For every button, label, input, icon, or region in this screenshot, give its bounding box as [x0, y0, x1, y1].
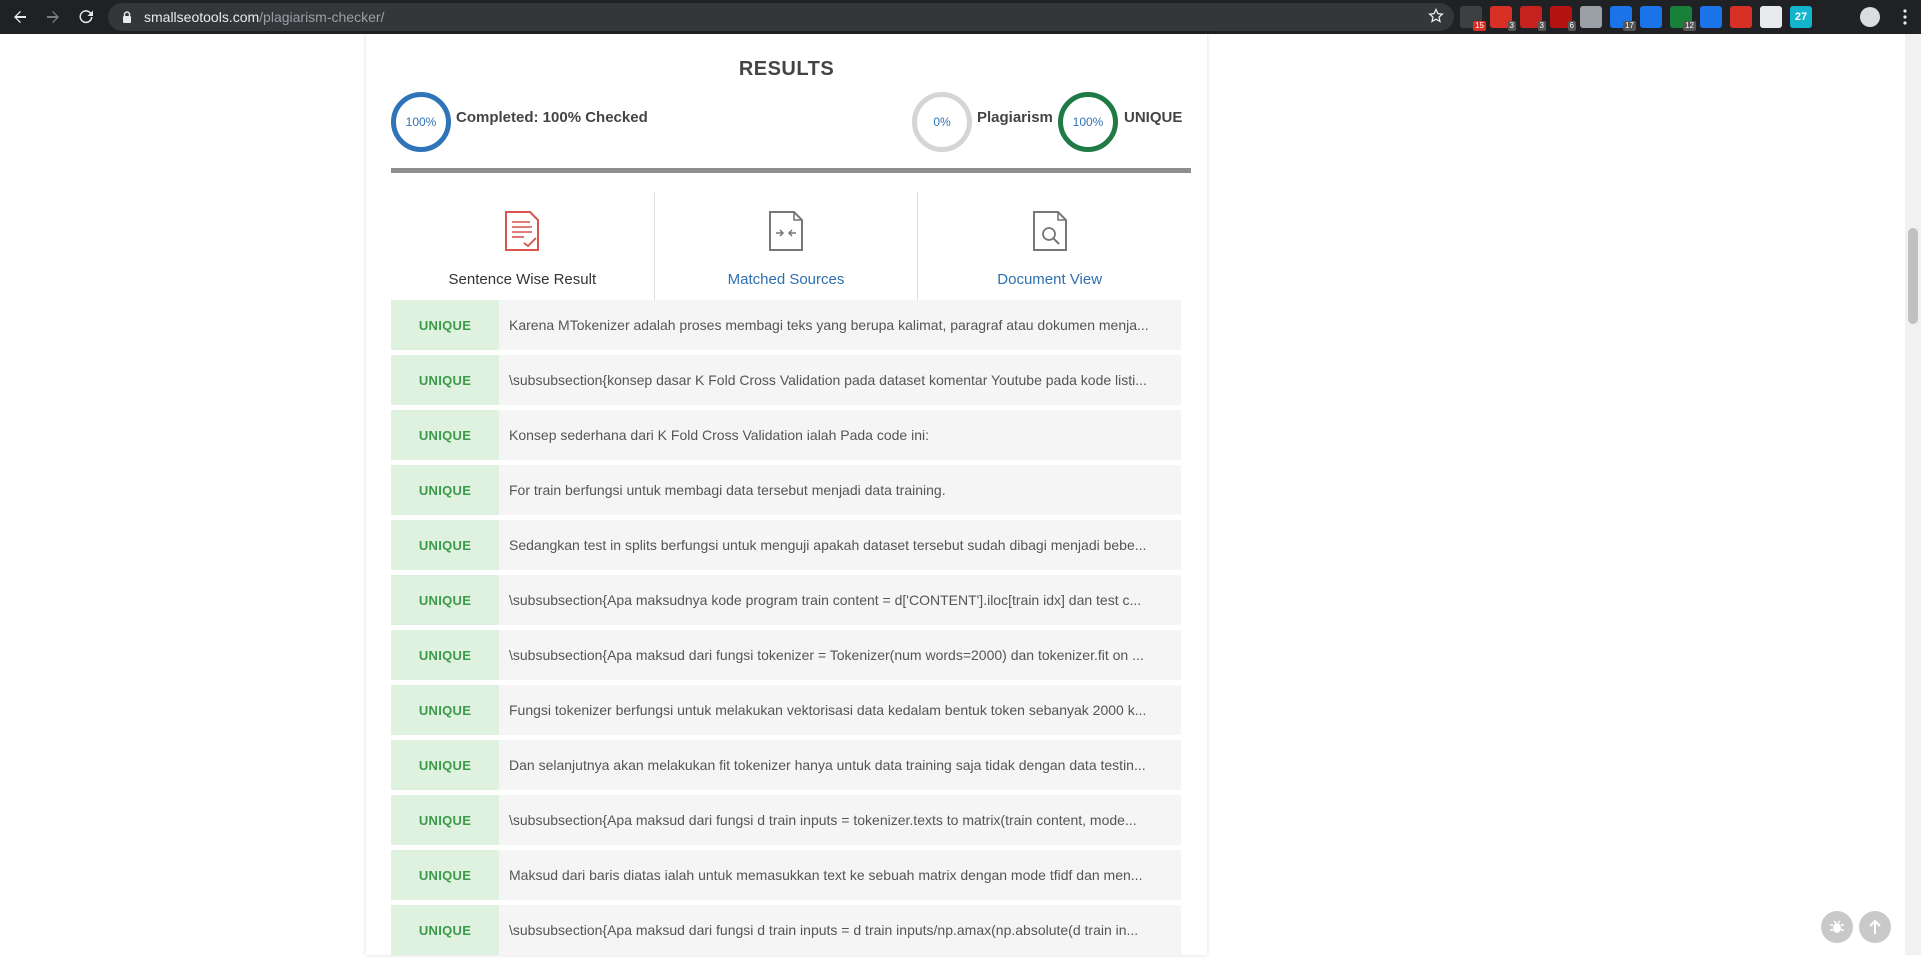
- ext-12-icon[interactable]: 27: [1790, 6, 1812, 28]
- sentence-text: Konsep sederhana dari K Fold Cross Valid…: [499, 410, 1181, 460]
- sentence-text-content: Karena MTokenizer adalah proses membagi …: [509, 317, 1149, 333]
- ext-12-label: 27: [1794, 11, 1808, 23]
- sentence-text: \subsubsection{konsep dasar K Fold Cross…: [499, 355, 1181, 405]
- unique-status-badge: UNIQUE: [391, 740, 499, 790]
- sentence-results-list: UNIQUE Karena MTokenizer adalah proses me…: [391, 300, 1181, 960]
- unique-status-badge: UNIQUE: [391, 355, 499, 405]
- sentence-text-content: Dan selanjutnya akan melakukan fit token…: [509, 757, 1146, 773]
- table-row[interactable]: UNIQUE For train berfungsi untuk membagi …: [391, 465, 1181, 515]
- sentence-text: \subsubsection{Apa maksud dari fungsi to…: [499, 630, 1181, 680]
- table-row[interactable]: UNIQUE Fungsi tokenizer berfungsi untuk m…: [391, 685, 1181, 735]
- reload-icon[interactable]: [73, 4, 99, 30]
- sentence-text: Fungsi tokenizer berfungsi untuk melakuk…: [499, 685, 1181, 735]
- extension-badge: 12: [1683, 21, 1696, 31]
- table-row[interactable]: UNIQUE Karena MTokenizer adalah proses me…: [391, 300, 1181, 350]
- ext-2-icon[interactable]: 3: [1490, 6, 1516, 31]
- lock-icon: [122, 11, 132, 23]
- extension-badge: 17: [1623, 21, 1636, 31]
- sentence-text: Dan selanjutnya akan melakukan fit token…: [499, 740, 1181, 790]
- unique-status-badge: UNIQUE: [391, 685, 499, 735]
- ext-9-icon[interactable]: [1700, 6, 1722, 28]
- forward-arrow-icon[interactable]: [40, 4, 66, 30]
- ext-7-icon[interactable]: [1640, 6, 1662, 28]
- ext-3-icon[interactable]: 3: [1520, 6, 1546, 31]
- unique-status-badge: UNIQUE: [391, 520, 499, 570]
- scroll-top-icon[interactable]: [1859, 911, 1891, 943]
- scrollbar-thumb[interactable]: [1908, 228, 1918, 324]
- unique-ring: 100%: [1058, 92, 1118, 152]
- completed-label: Completed: 100% Checked: [456, 109, 648, 126]
- table-row[interactable]: UNIQUE Dan selanjutnya akan melakukan fit…: [391, 740, 1181, 790]
- sentence-text: Maksud dari baris diatas ialah untuk mem…: [499, 850, 1181, 900]
- ext-8-icon[interactable]: 12: [1670, 6, 1696, 31]
- bug-report-icon[interactable]: [1821, 911, 1853, 943]
- plagiarism-ring: 0%: [912, 92, 972, 152]
- sentence-text: Karena MTokenizer adalah proses membagi …: [499, 300, 1181, 350]
- unique-status-badge: UNIQUE: [391, 410, 499, 460]
- unique-status-badge: UNIQUE: [391, 465, 499, 515]
- sentence-text: \subsubsection{Apa maksudnya kode progra…: [499, 575, 1181, 625]
- extension-badge: 15: [1473, 21, 1486, 31]
- url-path: /plagiarism-checker/: [259, 9, 385, 25]
- url-domain: smallseotools.com: [144, 9, 260, 25]
- sentence-text-content: \subsubsection{Apa maksud dari fungsi to…: [509, 647, 1144, 663]
- results-panel: RESULTS 100% Completed: 100% Checked 0% …: [366, 34, 1207, 955]
- table-row[interactable]: UNIQUE \subsubsection{Apa maksudnya kode …: [391, 575, 1181, 625]
- extension-badge: 6: [1567, 21, 1576, 31]
- table-row[interactable]: UNIQUE \subsubsection{Apa maksud dari fun…: [391, 630, 1181, 680]
- tab-sources-label: Matched Sources: [727, 271, 845, 288]
- ext-6-icon[interactable]: 17: [1610, 6, 1636, 31]
- bookmark-star-icon[interactable]: [1428, 7, 1444, 27]
- unique-label: UNIQUE: [1124, 109, 1183, 126]
- table-row[interactable]: UNIQUE \subsubsection{Apa maksud dari fun…: [391, 905, 1181, 955]
- sentence-text-content: For train berfungsi untuk membagi data t…: [509, 482, 946, 498]
- unique-status-badge: UNIQUE: [391, 795, 499, 845]
- sentence-text-content: \subsubsection{Apa maksud dari fungsi d …: [509, 922, 1139, 938]
- page-scrollbar[interactable]: [1905, 34, 1921, 955]
- profile-avatar[interactable]: [1857, 4, 1883, 30]
- browser-toolbar: smallseotools.com/plagiarism-checker/ 15…: [0, 0, 1921, 34]
- unique-status-badge: UNIQUE: [391, 300, 499, 350]
- extension-badge: 3: [1507, 21, 1516, 31]
- table-row[interactable]: UNIQUE \subsubsection{konsep dasar K Fold…: [391, 355, 1181, 405]
- tab-document-label: Document View: [997, 271, 1103, 288]
- sentence-text-content: \subsubsection{Apa maksudnya kode progra…: [509, 592, 1142, 608]
- table-row[interactable]: UNIQUE Sedangkan test in splits berfungsi…: [391, 520, 1181, 570]
- plagiarism-label: Plagiarism: [977, 109, 1053, 126]
- sentence-text: Sedangkan test in splits berfungsi untuk…: [499, 520, 1181, 570]
- unique-status-badge: UNIQUE: [391, 905, 499, 955]
- address-bar[interactable]: smallseotools.com/plagiarism-checker/: [108, 3, 1454, 31]
- sentence-text-content: Konsep sederhana dari K Fold Cross Valid…: [509, 427, 929, 443]
- table-row[interactable]: UNIQUE \subsubsection{Apa maksud dari fun…: [391, 795, 1181, 845]
- sentence-text-content: Sedangkan test in splits berfungsi untuk…: [509, 537, 1147, 553]
- ext-11-icon[interactable]: [1760, 6, 1782, 28]
- ext-5-icon[interactable]: [1580, 6, 1602, 28]
- unique-status-badge: UNIQUE: [391, 575, 499, 625]
- menu-dots-icon[interactable]: [1892, 4, 1918, 30]
- tab-sentence-label: Sentence Wise Result: [448, 271, 597, 288]
- table-row[interactable]: UNIQUE Konsep sederhana dari K Fold Cross…: [391, 410, 1181, 460]
- sentence-report-icon: [504, 210, 540, 257]
- extension-badge: 3: [1537, 21, 1546, 31]
- sentence-text: \subsubsection{Apa maksud dari fungsi d …: [499, 795, 1181, 845]
- compare-document-icon: [768, 210, 804, 257]
- ext-1-icon[interactable]: 15: [1460, 6, 1486, 31]
- unique-status-badge: UNIQUE: [391, 850, 499, 900]
- extensions-bar: 15 3 3 6 17 12 27: [1456, 0, 1816, 34]
- check-progress-bar: [391, 168, 1191, 173]
- results-title: RESULTS: [738, 58, 835, 80]
- document-search-icon: [1032, 210, 1068, 257]
- sentence-text-content: \subsubsection{konsep dasar K Fold Cross…: [509, 372, 1147, 388]
- sentence-text-content: Maksud dari baris diatas ialah untuk mem…: [509, 867, 1143, 883]
- ext-4-icon[interactable]: 6: [1550, 6, 1576, 31]
- back-arrow-icon[interactable]: [7, 4, 33, 30]
- completed-ring: 100%: [391, 92, 451, 152]
- sentence-text: For train berfungsi untuk membagi data t…: [499, 465, 1181, 515]
- unique-status-badge: UNIQUE: [391, 630, 499, 680]
- ext-10-icon[interactable]: [1730, 6, 1752, 28]
- sentence-text: \subsubsection{Apa maksud dari fungsi d …: [499, 905, 1181, 955]
- table-row[interactable]: UNIQUE Maksud dari baris diatas ialah unt…: [391, 850, 1181, 900]
- sentence-text-content: \subsubsection{Apa maksud dari fungsi d …: [509, 812, 1137, 828]
- sentence-text-content: Fungsi tokenizer berfungsi untuk melakuk…: [509, 702, 1147, 718]
